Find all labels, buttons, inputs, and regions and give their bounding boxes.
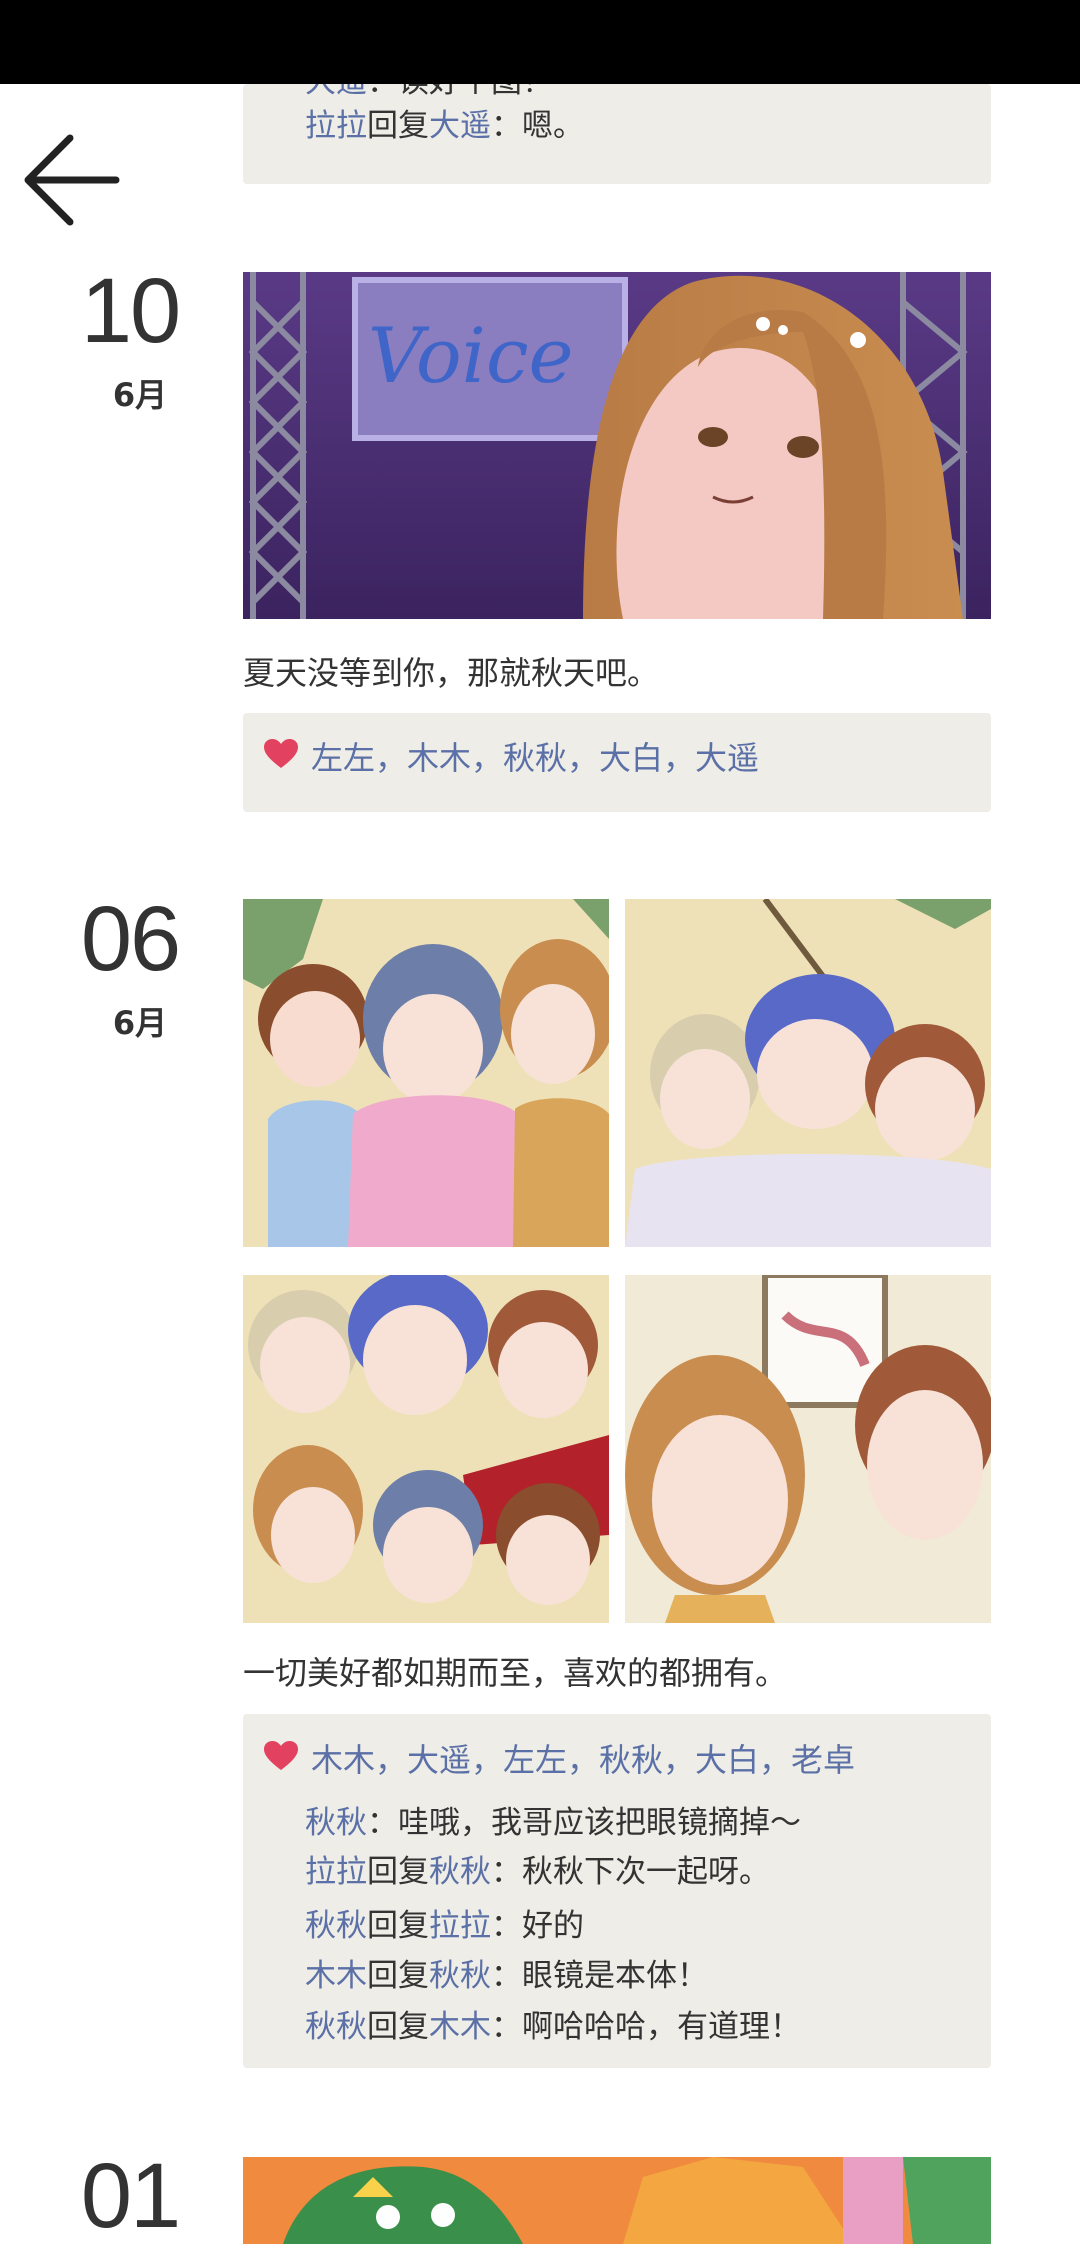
comment-reply-target[interactable]: 秋秋 xyxy=(429,1854,491,1890)
post-photo[interactable] xyxy=(243,899,609,1247)
status-bar xyxy=(0,0,1080,84)
post-date-day: 06 xyxy=(80,888,181,990)
likes-list[interactable]: 左左，木木，秋秋，大白，大遥 xyxy=(311,733,759,779)
comment-reply-target[interactable]: 木木 xyxy=(429,2009,491,2045)
likes-list[interactable]: 木木，大遥，左左，秋秋，大白，老卓 xyxy=(311,1735,855,1781)
post-photo[interactable] xyxy=(243,2157,991,2244)
comment-item: 秋秋回复拉拉：好的 xyxy=(305,1908,584,1944)
comment-author[interactable]: 拉拉 xyxy=(305,108,367,144)
back-button[interactable] xyxy=(16,124,126,234)
post-caption: 夏天没等到你，那就秋天吧。 xyxy=(243,654,660,692)
heart-icon xyxy=(264,1741,298,1770)
comment-author[interactable]: 拉拉 xyxy=(305,1854,367,1890)
heart-icon xyxy=(264,739,298,768)
comment-item: 拉拉回复大遥：嗯。 xyxy=(305,108,584,144)
comment-author[interactable]: 秋秋 xyxy=(305,2009,367,2045)
comment-author[interactable]: 秋秋 xyxy=(305,1805,367,1841)
post-photo[interactable] xyxy=(243,1275,609,1623)
post-date-month: 6月 xyxy=(112,376,168,414)
post-photo[interactable] xyxy=(625,1275,991,1623)
comment-reply-target[interactable]: 大遥 xyxy=(429,108,491,144)
post-date-day: 10 xyxy=(80,260,181,362)
svg-text:Voice: Voice xyxy=(368,311,574,400)
arrow-left-icon xyxy=(24,134,120,226)
comment-item: 拉拉回复秋秋：秋秋下次一起呀。 xyxy=(305,1854,770,1890)
comment-author[interactable]: 秋秋 xyxy=(305,1908,367,1944)
comment-reply-target[interactable]: 秋秋 xyxy=(429,1958,491,1994)
post-caption: 一切美好都如期而至，喜欢的都拥有。 xyxy=(243,1654,788,1692)
comment-item: 木木回复秋秋：眼镜是本体！ xyxy=(305,1958,708,1994)
post-date-month: 6月 xyxy=(112,1004,168,1042)
post-date-day: 01 xyxy=(80,2145,181,2244)
post-photo[interactable]: Voice xyxy=(243,272,991,619)
comment-item: 秋秋：哇哦，我哥应该把眼镜摘掉～ xyxy=(305,1805,801,1841)
post-photo[interactable] xyxy=(625,899,991,1247)
comment-author[interactable]: 木木 xyxy=(305,1958,367,1994)
comment-item: 秋秋回复木木：啊哈哈哈，有道理！ xyxy=(305,2009,801,2045)
comment-reply-target[interactable]: 拉拉 xyxy=(429,1908,491,1944)
